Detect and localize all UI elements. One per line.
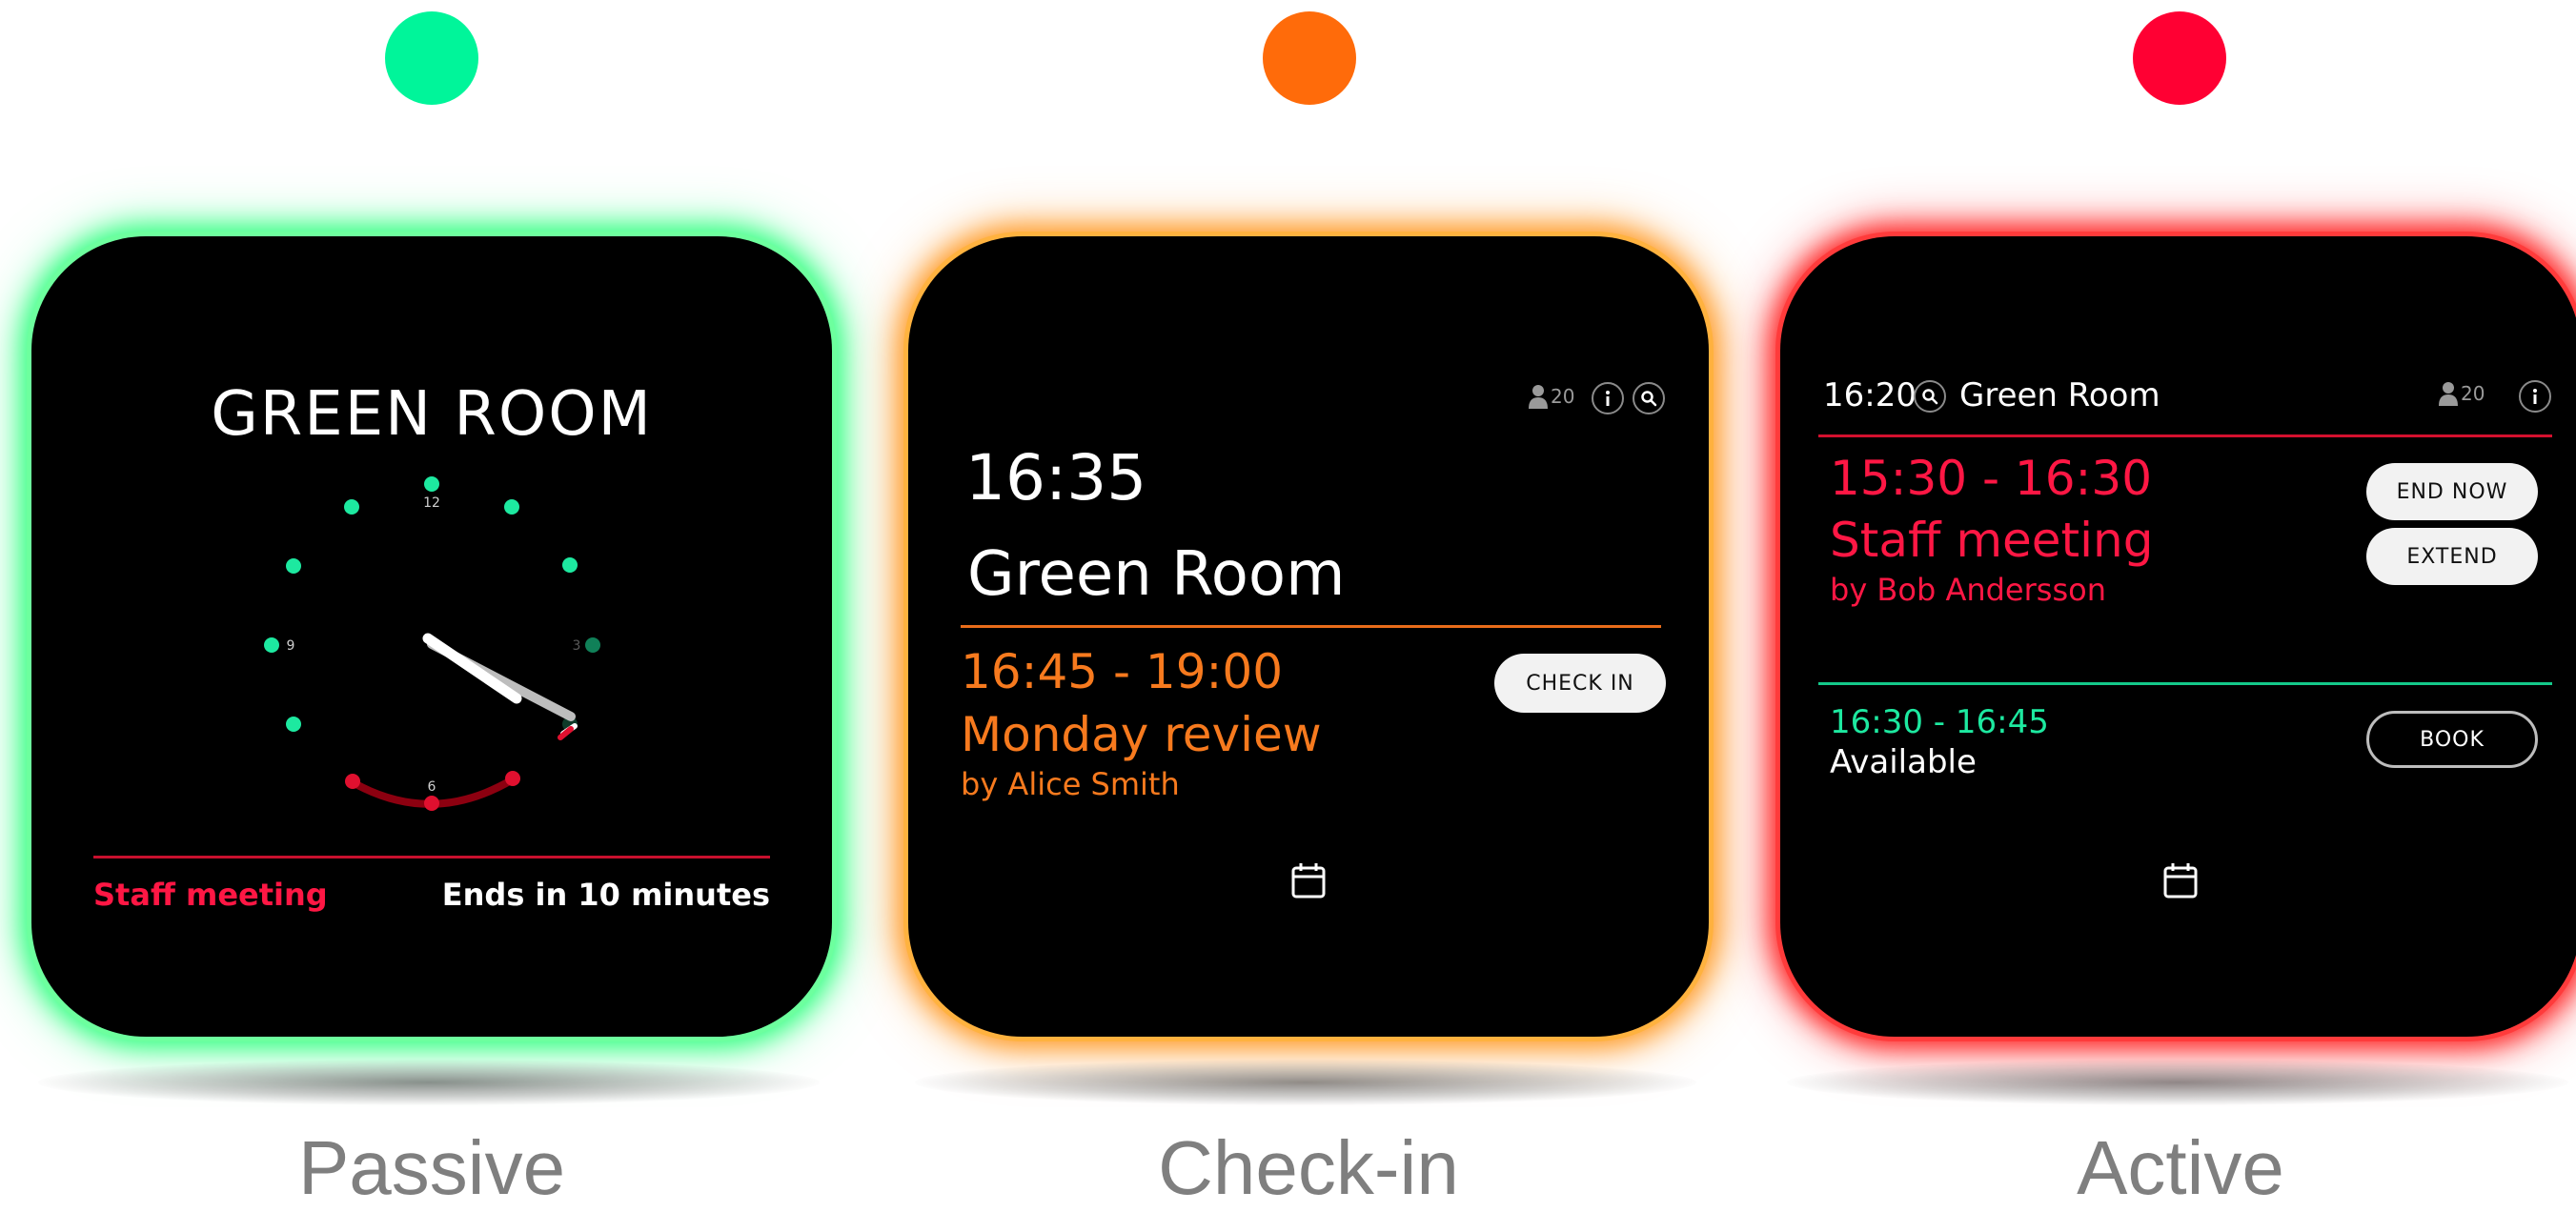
hour-dot-10	[286, 558, 301, 574]
search-button[interactable]	[1914, 380, 1946, 413]
hour-dot-9	[264, 637, 279, 653]
room-divider	[961, 625, 1661, 628]
hour-dot-8	[286, 717, 301, 732]
hour-dot-1	[504, 499, 519, 515]
hour-dot-5	[505, 771, 520, 786]
clock-numeral-3: 3	[573, 638, 581, 654]
info-icon	[2533, 389, 2537, 404]
capacity-indicator: 20	[1528, 384, 1574, 409]
search-icon	[1922, 389, 1938, 405]
extend-button[interactable]: EXTEND	[2366, 528, 2538, 585]
calendar-icon[interactable]	[2163, 862, 2198, 899]
current-booking-organizer: by Bob Andersson	[1830, 572, 2106, 608]
ends-in-text: Ends in 10 minutes	[441, 877, 770, 913]
info-button[interactable]	[1592, 382, 1624, 414]
capacity-count: 20	[1551, 385, 1575, 408]
checkin-status-dot	[1263, 11, 1356, 105]
passive-screen: GREEN ROOM 12 3 6 9 Staff meeting Ends i…	[31, 236, 832, 1037]
capacity-count: 20	[2461, 382, 2485, 405]
checkin-caption: Check-in	[1158, 1125, 1459, 1210]
passive-caption: Passive	[297, 1125, 566, 1210]
booking-organizer: by Alice Smith	[961, 766, 1180, 802]
booking-title: Monday review	[961, 707, 1322, 762]
hour-dot-3	[585, 637, 600, 653]
book-button[interactable]: BOOK	[2366, 711, 2538, 768]
passive-status-dot	[385, 11, 478, 105]
clock-numeral-6: 6	[428, 779, 436, 795]
clock-numeral-9: 9	[287, 638, 295, 654]
checkin-screen: 20 16:35 Green Room 16:45 - 19:00 Monday…	[908, 236, 1709, 1037]
active-status-dot	[2133, 11, 2226, 105]
capacity-indicator: 20	[2438, 381, 2485, 406]
analog-clock: 12 3 6 9	[264, 476, 600, 811]
check-in-button[interactable]: CHECK IN	[1494, 654, 1666, 713]
room-title: GREEN ROOM	[211, 379, 653, 450]
hour-dot-11	[344, 499, 359, 515]
info-icon	[1606, 391, 1610, 406]
hour-dot-2	[562, 557, 578, 573]
person-icon	[1529, 385, 1548, 409]
current-time: 16:35	[965, 441, 1147, 515]
current-booking-title: Staff meeting	[1830, 513, 2154, 568]
header-divider	[1818, 434, 2552, 437]
active-caption: Active	[2077, 1125, 2284, 1210]
hour-dot-12	[424, 476, 439, 492]
end-now-button[interactable]: END NOW	[2366, 463, 2538, 520]
current-booking-time-range: 15:30 - 16:30	[1830, 451, 2153, 506]
person-icon	[2439, 382, 2458, 406]
clock-numeral-12: 12	[423, 495, 440, 511]
current-meeting-title: Staff meeting	[93, 877, 328, 913]
booking-time-range: 16:45 - 19:00	[961, 644, 1284, 699]
header-room-name: Green Room	[1959, 376, 2160, 414]
hour-dot-7	[345, 774, 360, 789]
hour-hand	[422, 633, 522, 704]
room-name: Green Room	[967, 539, 1346, 610]
header-time: 16:20	[1823, 376, 1917, 414]
passive-panel-shadow	[38, 1060, 820, 1105]
search-button[interactable]	[1633, 382, 1665, 414]
hour-dot-6	[424, 796, 439, 811]
search-icon	[1641, 391, 1657, 407]
next-slot-divider	[1818, 682, 2552, 685]
info-button[interactable]	[2519, 380, 2551, 413]
active-screen: 16:20 Green Room 20 15:30 - 16:30 Staff …	[1780, 236, 2576, 1037]
meeting-divider	[93, 856, 770, 858]
next-slot-status: Available	[1830, 743, 1977, 781]
next-slot-time-range: 16:30 - 16:45	[1830, 703, 2049, 741]
active-panel-shadow	[1787, 1060, 2568, 1105]
calendar-icon[interactable]	[1291, 862, 1326, 899]
checkin-panel-shadow	[915, 1060, 1696, 1105]
